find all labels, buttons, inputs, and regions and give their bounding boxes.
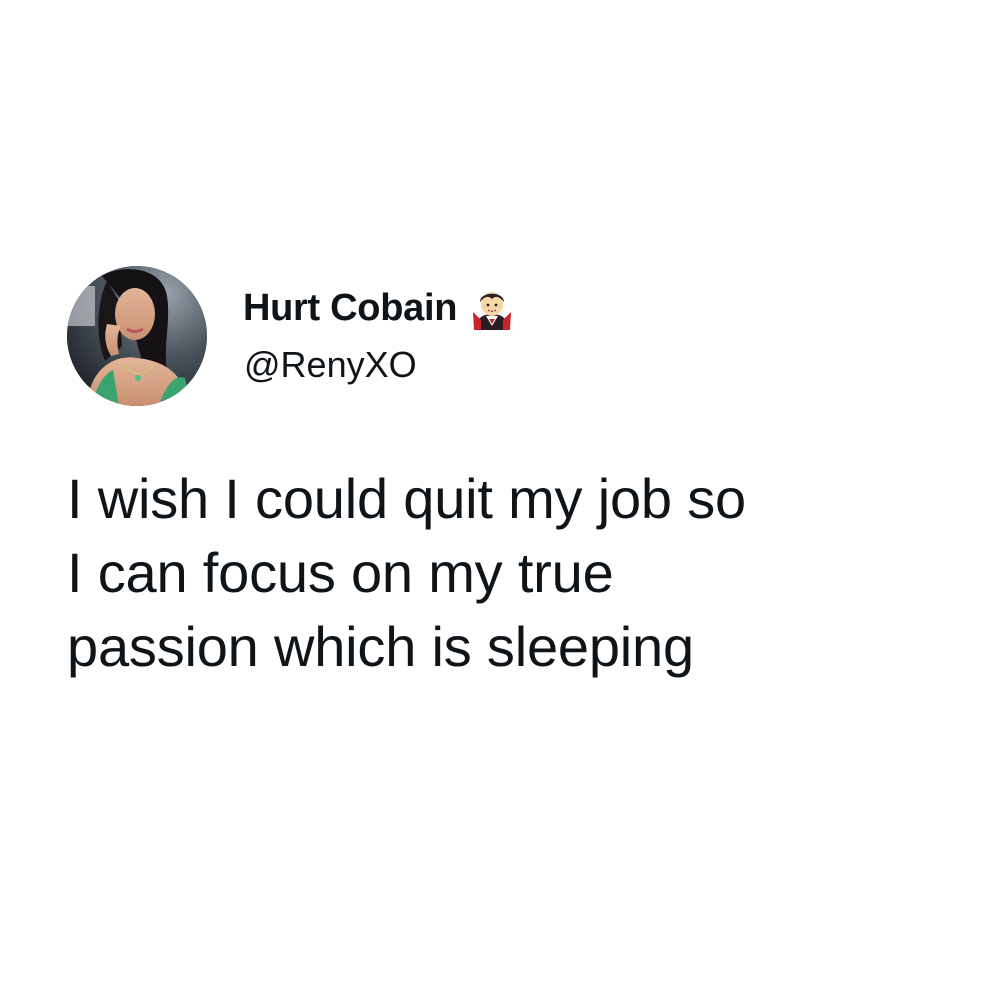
tweet-text-line: I can focus on my true <box>67 541 614 604</box>
avatar[interactable] <box>67 266 207 406</box>
profile-photo-icon <box>67 266 207 406</box>
display-name[interactable]: Hurt Cobain <box>243 286 457 330</box>
tweet-text-line: passion which is sleeping <box>67 615 694 678</box>
tweet-text: I wish I could quit my job so I can focu… <box>67 462 947 684</box>
author-row: Hurt Cobain <box>243 286 515 330</box>
vampire-emoji-icon <box>469 286 515 332</box>
tweet-text-line: I wish I could quit my job so <box>67 467 746 530</box>
tweet-card: Hurt Cobain @RenyXO I wish I could quit … <box>0 0 1000 1000</box>
author-handle[interactable]: @RenyXO <box>244 344 417 386</box>
